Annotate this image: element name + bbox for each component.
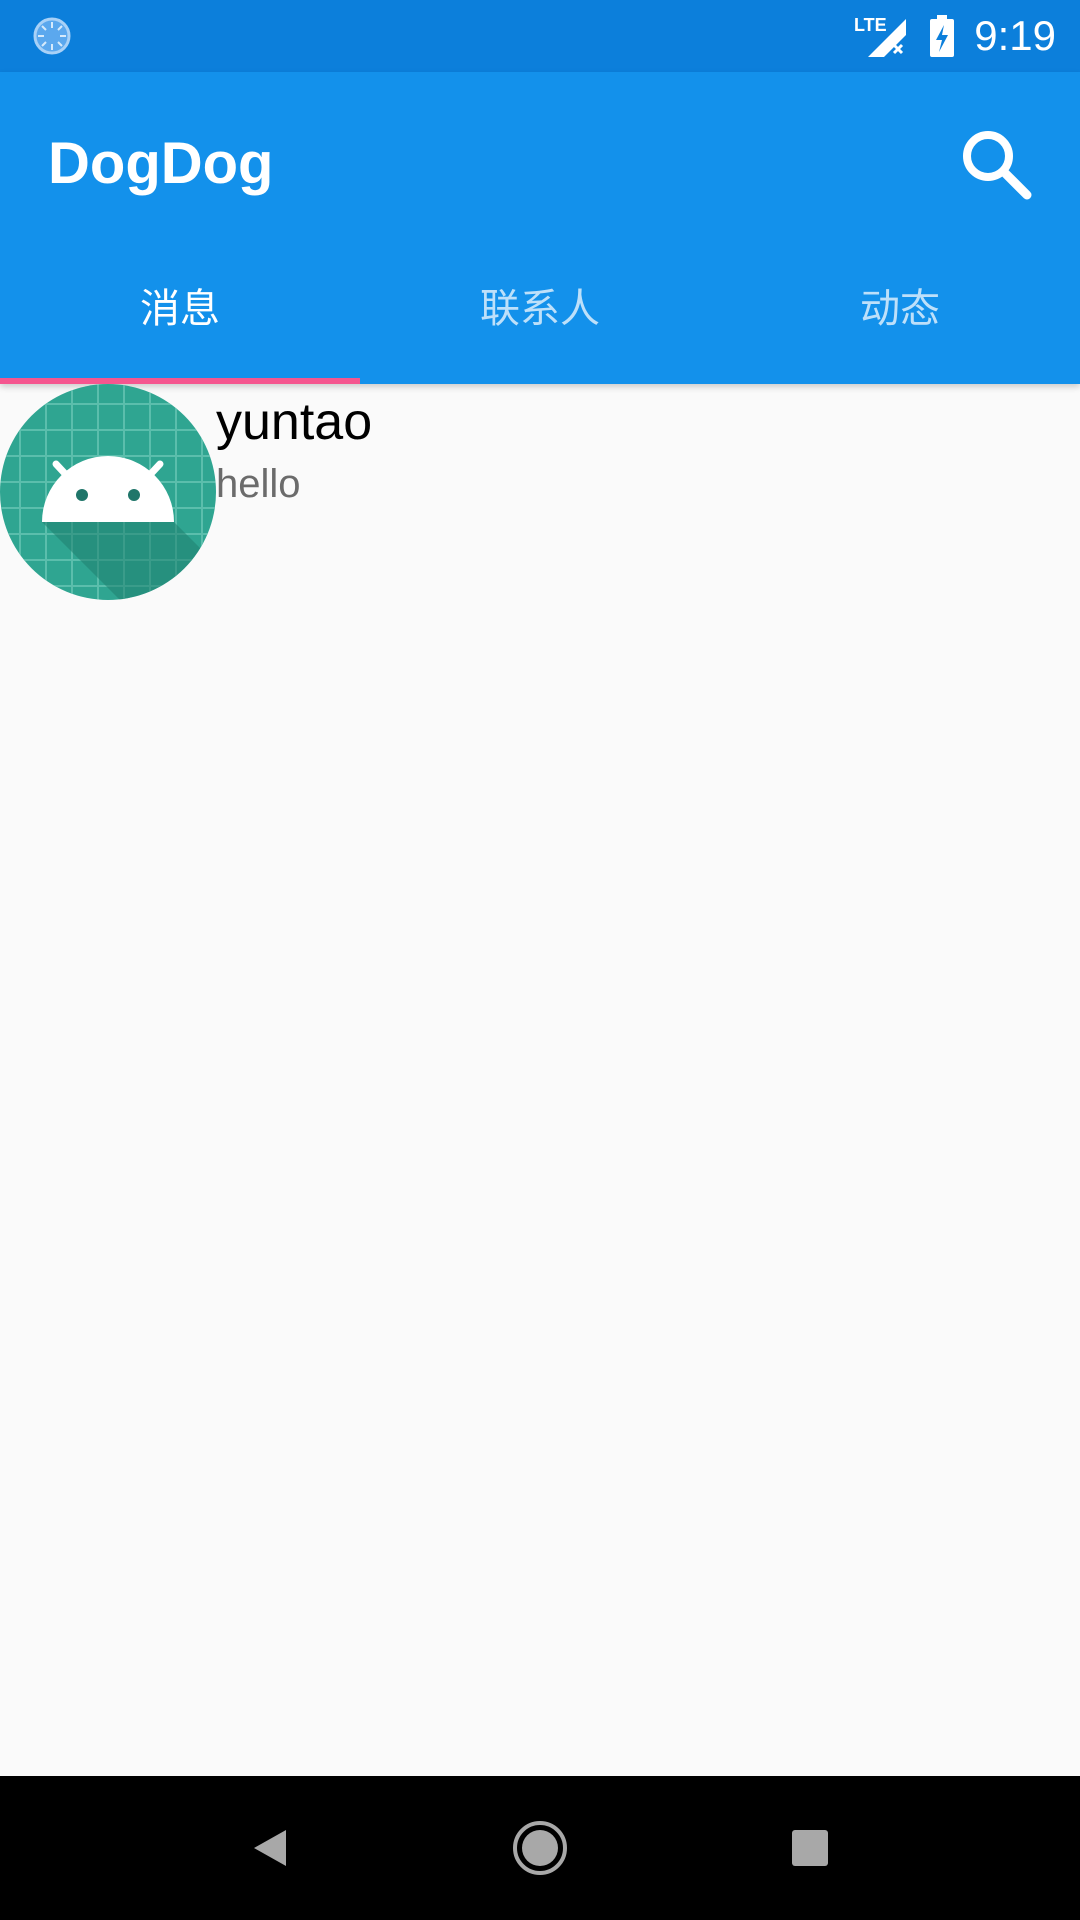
back-button[interactable] [226, 1804, 314, 1892]
status-time: 9:19 [974, 12, 1056, 59]
screen: LTE 9:19 DogDog 消息 联系人 动态 yuntao hello [0, 0, 1080, 1920]
android-avatar-icon [0, 384, 216, 600]
recents-icon [792, 1830, 828, 1866]
message-preview: hello [216, 462, 301, 506]
navigation-bar [0, 1776, 1080, 1920]
tab-moments[interactable]: 动态 [720, 240, 1080, 384]
status-icons: LTE 9:19 [854, 0, 1056, 72]
signal-no-service-icon: LTE [854, 15, 907, 57]
search-icon [963, 131, 1032, 200]
list-item[interactable]: yuntao hello [0, 384, 1080, 600]
tab-messages[interactable]: 消息 [0, 240, 360, 384]
tab-contacts[interactable]: 联系人 [360, 240, 720, 384]
app-bar: DogDog 消息 联系人 动态 [0, 72, 1080, 384]
conversation-list: yuntao hello [0, 384, 1080, 600]
back-icon [254, 1830, 286, 1866]
contact-name: yuntao [216, 393, 373, 451]
home-icon [513, 1821, 567, 1875]
status-bar: LTE 9:19 [0, 0, 1080, 72]
recents-button[interactable] [766, 1804, 854, 1892]
search-button[interactable] [944, 112, 1048, 216]
battery-charging-icon [930, 15, 955, 57]
app-title: DogDog [48, 131, 274, 196]
network-type-label: LTE [854, 15, 887, 35]
loading-spinner-icon [33, 17, 71, 55]
home-button[interactable] [496, 1804, 584, 1892]
tab-bar: 消息 联系人 动态 [0, 240, 1080, 384]
